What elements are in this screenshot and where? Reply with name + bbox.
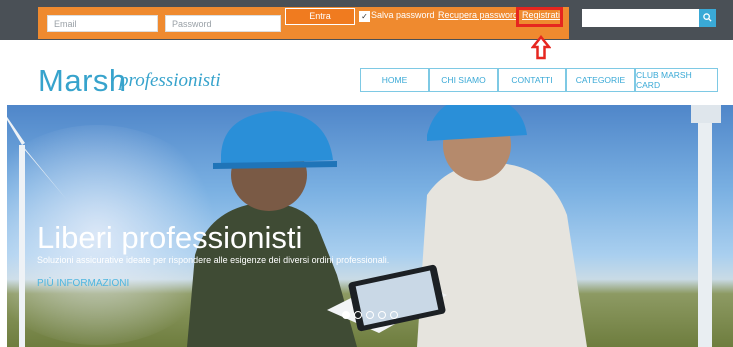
email-field[interactable]: [47, 15, 158, 32]
recover-password-link[interactable]: Recupera password: [438, 10, 518, 20]
logo-subtitle: professionisti: [119, 70, 221, 91]
remember-label: Salva password: [371, 10, 435, 20]
register-link[interactable]: Registrati: [522, 10, 560, 20]
search-button[interactable]: [699, 9, 716, 27]
hero-banner: Liberi professionisti Soluzioni assicura…: [7, 105, 733, 347]
arrow-up-icon: [531, 35, 551, 60]
remember-checkbox[interactable]: ✓: [359, 11, 370, 22]
slider-dot-1[interactable]: [342, 311, 350, 319]
search-input[interactable]: [582, 9, 699, 27]
main-nav: HOME CHI SIAMO CONTATTI CATEGORIE CLUB M…: [360, 68, 718, 92]
search-icon: [703, 13, 712, 22]
slider-dot-3[interactable]: [366, 311, 374, 319]
nav-item-contatti[interactable]: CONTATTI: [498, 68, 566, 92]
login-button[interactable]: Entra: [285, 8, 355, 25]
password-field[interactable]: [165, 15, 281, 32]
nav-item-club-marsh-card[interactable]: CLUB MARSH CARD: [635, 68, 718, 92]
hero-title: Liberi professionisti: [37, 220, 303, 255]
slider-dot-5[interactable]: [390, 311, 398, 319]
logo-wordmark[interactable]: Marsh: [38, 63, 127, 99]
slider-dot-4[interactable]: [378, 311, 386, 319]
nav-item-categorie[interactable]: CATEGORIE: [566, 68, 635, 92]
more-info-link[interactable]: PIÙ INFORMAZIONI: [37, 278, 129, 289]
slider-dot-2[interactable]: [354, 311, 362, 319]
slider-dots: [342, 311, 398, 319]
nav-item-home[interactable]: HOME: [360, 68, 429, 92]
nav-item-chi-siamo[interactable]: CHI SIAMO: [429, 68, 498, 92]
hero-subtitle: Soluzioni assicurative ideate per rispon…: [37, 255, 390, 265]
